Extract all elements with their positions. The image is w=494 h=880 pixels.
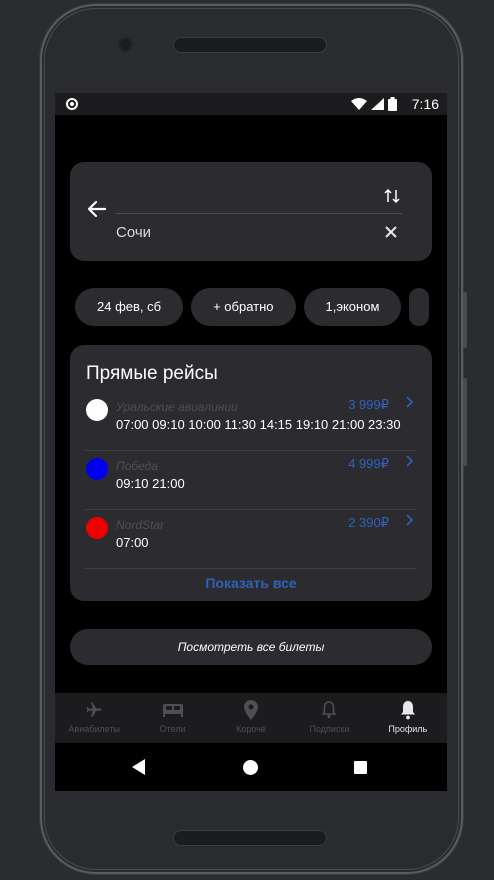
view-all-tickets-button[interactable]: Посмотреть все билеты bbox=[70, 629, 432, 665]
swap-icon[interactable] bbox=[384, 188, 400, 209]
tab-hotels[interactable]: Отели bbox=[133, 693, 211, 743]
signal-icon bbox=[371, 98, 384, 110]
tab-label: Отели bbox=[159, 724, 186, 734]
bottom-tab-bar: Авиабилеты Отели Короче Подписки Профиль bbox=[55, 693, 447, 743]
departure-times: 09:10 21:00 bbox=[116, 476, 185, 491]
search-card: Сочи bbox=[70, 162, 432, 261]
to-city-input[interactable]: Сочи bbox=[116, 224, 346, 246]
airline-logo bbox=[86, 517, 108, 539]
direct-flights-card: Прямые рейсы Уральские авиалинии 07:00 0… bbox=[70, 345, 432, 601]
status-time: 7:16 bbox=[411, 96, 439, 112]
flight-price: 3 999₽ bbox=[348, 397, 389, 412]
plane-icon bbox=[55, 699, 133, 721]
tab-label: Подписки bbox=[309, 724, 350, 734]
bed-icon bbox=[133, 699, 211, 721]
battery-icon bbox=[388, 97, 397, 111]
chevron-right-icon bbox=[406, 454, 414, 470]
passengers-chip[interactable]: 1,эконом bbox=[303, 288, 402, 326]
flight-price: 4 999₽ bbox=[348, 456, 389, 471]
bell-outline-icon bbox=[290, 699, 368, 721]
tab-profile[interactable]: Профиль bbox=[369, 693, 447, 743]
wifi-icon bbox=[351, 98, 367, 110]
clear-icon[interactable] bbox=[385, 222, 397, 243]
front-camera bbox=[120, 39, 131, 50]
nav-home-icon[interactable] bbox=[243, 760, 258, 775]
bell-icon bbox=[369, 699, 447, 721]
tab-subscriptions[interactable]: Подписки bbox=[290, 693, 368, 743]
airline-name: NordStar bbox=[116, 518, 165, 532]
system-nav-bar bbox=[55, 743, 447, 791]
nav-back-icon[interactable] bbox=[132, 759, 145, 775]
flight-row[interactable]: NordStar 07:00 2 390₽ bbox=[85, 510, 417, 569]
from-city-input[interactable] bbox=[116, 186, 402, 214]
airline-logo bbox=[86, 458, 108, 480]
back-arrow-icon[interactable] bbox=[87, 200, 109, 218]
location-pin-icon bbox=[212, 699, 290, 721]
flight-price: 2 390₽ bbox=[348, 515, 389, 530]
chevron-right-icon bbox=[406, 395, 414, 411]
airline-name: Победа bbox=[116, 459, 158, 473]
tab-label: Авиабилеты bbox=[68, 724, 120, 734]
bottom-speaker bbox=[173, 830, 327, 846]
departure-times: 07:00 bbox=[116, 535, 149, 550]
tab-flights[interactable]: Авиабилеты bbox=[55, 693, 133, 743]
airline-name: Уральские авиалинии bbox=[116, 400, 238, 414]
top-speaker bbox=[173, 37, 327, 53]
departure-times: 07:00 09:10 10:00 11:30 14:15 19:10 21:0… bbox=[116, 417, 401, 432]
screen: 7:16 Сочи 24 фев, сб + обратно 1,эконом … bbox=[55, 93, 447, 791]
tab-label: Короче bbox=[236, 724, 266, 734]
tab-short[interactable]: Короче bbox=[212, 693, 290, 743]
tab-label: Профиль bbox=[388, 724, 428, 734]
phone-power-button bbox=[463, 378, 467, 466]
chip-overflow[interactable] bbox=[409, 288, 430, 326]
date-chip[interactable]: 24 фев, сб bbox=[75, 288, 184, 326]
nav-recents-icon[interactable] bbox=[354, 761, 367, 774]
airline-logo bbox=[86, 399, 108, 421]
status-bar: 7:16 bbox=[55, 93, 447, 115]
flight-row[interactable]: Победа 09:10 21:00 4 999₽ bbox=[85, 451, 417, 510]
direct-flights-title: Прямые рейсы bbox=[86, 363, 218, 384]
chevron-right-icon bbox=[406, 513, 414, 529]
return-chip[interactable]: + обратно bbox=[191, 288, 296, 326]
show-all-link[interactable]: Показать все bbox=[70, 575, 432, 591]
filter-chips: 24 фев, сб + обратно 1,эконом bbox=[75, 288, 430, 326]
flight-row[interactable]: Уральские авиалинии 07:00 09:10 10:00 11… bbox=[85, 392, 417, 451]
notification-icon bbox=[66, 98, 78, 110]
status-icons bbox=[351, 97, 397, 111]
phone-volume-button bbox=[463, 292, 467, 348]
